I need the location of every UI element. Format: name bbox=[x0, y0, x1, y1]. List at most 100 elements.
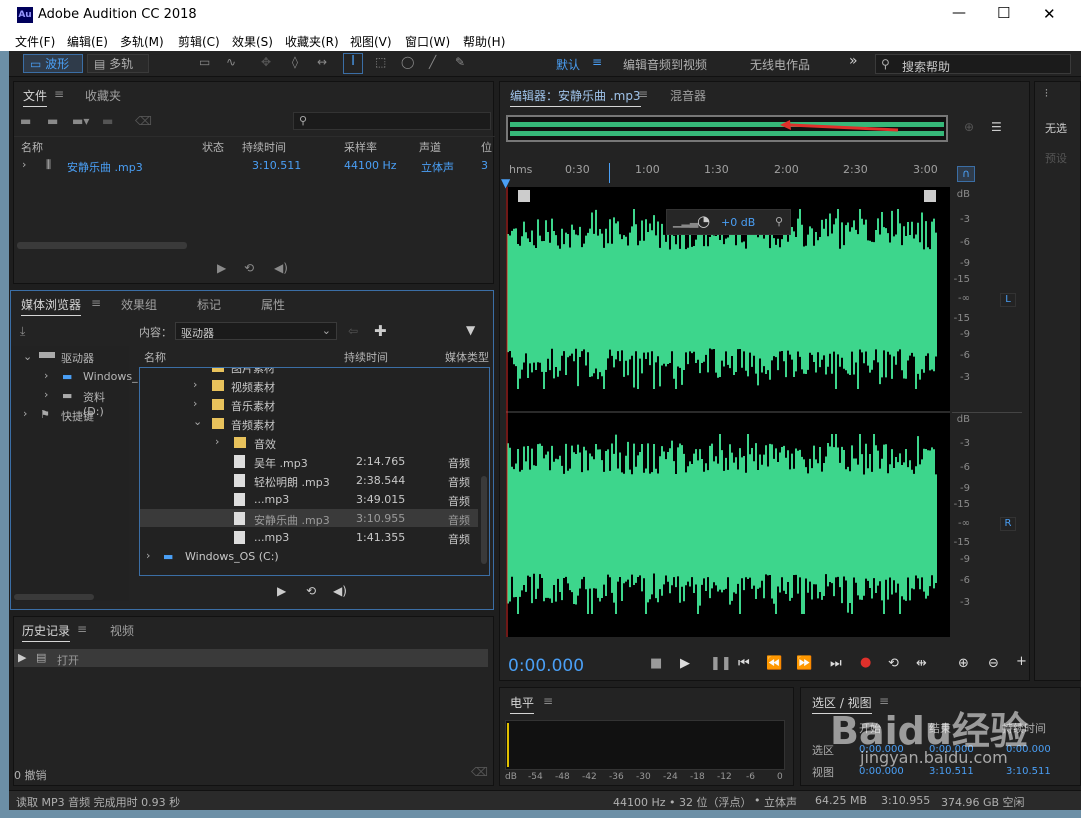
back-icon[interactable]: ⇦ bbox=[348, 324, 358, 338]
view-menu-icon[interactable]: ☰ bbox=[991, 120, 1002, 134]
loop-icon[interactable]: ⟲ bbox=[306, 584, 316, 598]
v-scrollbar[interactable] bbox=[481, 476, 487, 564]
panel-menu-icon[interactable]: ≡ bbox=[543, 694, 553, 708]
time-selection-icon[interactable]: I bbox=[343, 53, 363, 74]
view-duration[interactable]: 3:10.511 bbox=[1006, 766, 1051, 777]
tab-favorites[interactable]: 收藏夹 bbox=[85, 87, 121, 104]
tree-item-shortcuts[interactable]: 快捷键 bbox=[61, 408, 94, 424]
trash-icon[interactable]: ⌫ bbox=[135, 114, 152, 128]
healing-icon[interactable]: ✎ bbox=[455, 55, 465, 69]
maximize-button[interactable]: ☐ bbox=[997, 4, 1010, 22]
play-icon[interactable]: ▶ bbox=[277, 584, 286, 598]
panel-menu-icon[interactable]: ≡ bbox=[54, 87, 64, 101]
brush-icon[interactable]: ╱ bbox=[429, 55, 436, 69]
spectral-icon[interactable]: ▭ bbox=[199, 55, 210, 69]
volume-value[interactable]: +0 dB bbox=[721, 216, 755, 229]
open-file-icon[interactable]: ▬ bbox=[20, 114, 31, 128]
loop-icon[interactable]: ⟲ bbox=[888, 656, 899, 671]
view-end[interactable]: 3:10.511 bbox=[929, 766, 974, 777]
play-icon[interactable]: ▶ bbox=[680, 656, 690, 671]
volume-knob-icon[interactable]: ◔ bbox=[697, 212, 710, 230]
tab-effects-rack[interactable]: 效果组 bbox=[121, 296, 157, 313]
col-channels[interactable]: 声道 bbox=[419, 139, 441, 155]
stop-icon[interactable]: ■ bbox=[650, 656, 662, 671]
snap-icon[interactable]: ∩ bbox=[957, 166, 975, 182]
tab-history[interactable]: 历史记录 bbox=[22, 622, 71, 642]
tree-item-windows[interactable]: Windows_ bbox=[83, 370, 138, 383]
more-workspaces[interactable]: » bbox=[849, 53, 858, 69]
pin-icon[interactable]: ⚲ bbox=[775, 215, 783, 228]
list-item[interactable]: 轻松明朗 .mp3 2:38.544 音频 bbox=[140, 471, 489, 489]
menu-effects[interactable]: 效果(S) bbox=[232, 33, 273, 50]
collapse-icon[interactable]: ⌄ bbox=[23, 350, 32, 363]
expand-icon[interactable]: › bbox=[44, 369, 48, 382]
close-button[interactable]: ✕ bbox=[1043, 5, 1056, 23]
panel-menu-icon[interactable]: ≡ bbox=[638, 87, 648, 101]
minimize-button[interactable]: — bbox=[952, 5, 966, 21]
menu-favorites[interactable]: 收藏夹(R) bbox=[285, 33, 339, 50]
list-item[interactable]: ...mp3 1:41.355 音频 bbox=[140, 528, 489, 546]
col-media-type[interactable]: 媒体类型 bbox=[445, 349, 490, 365]
history-item[interactable]: ▶ ▤ 打开 bbox=[14, 649, 488, 667]
waveform-button[interactable]: ▭ 波形 bbox=[23, 54, 83, 73]
lasso-icon[interactable]: ◯ bbox=[401, 55, 414, 69]
loop-icon[interactable]: ⟲ bbox=[244, 261, 254, 275]
tree-item-drives[interactable]: 驱动器 bbox=[61, 350, 94, 366]
slip-icon[interactable]: ↔ bbox=[317, 55, 327, 69]
workspace-menu-icon[interactable]: ≡ bbox=[592, 55, 602, 69]
workspace-video[interactable]: 编辑音频到视频 bbox=[623, 56, 707, 73]
list-item[interactable]: ⌄ 音频素材 bbox=[140, 414, 489, 432]
hud-volume[interactable]: ▁▂▃ ◔ +0 dB ⚲ bbox=[666, 209, 791, 235]
zoom-out-icon[interactable]: ⊖ bbox=[988, 656, 999, 671]
multitrack-button[interactable]: ▤ 多轨 bbox=[87, 54, 149, 73]
col-name[interactable]: 名称 bbox=[144, 349, 166, 365]
autoplay-icon[interactable]: ◀) bbox=[333, 584, 347, 598]
move-tool-icon[interactable]: ✥ bbox=[261, 55, 271, 69]
pause-icon[interactable]: ❚❚ bbox=[710, 656, 732, 671]
col-bit[interactable]: 位 bbox=[481, 139, 492, 155]
play-icon[interactable]: ▶ bbox=[217, 261, 226, 275]
col-samplerate[interactable]: 采样率 bbox=[344, 139, 377, 155]
zoom-in-icon[interactable]: ⊕ bbox=[958, 656, 969, 671]
col-duration[interactable]: 持续时间 bbox=[344, 349, 388, 365]
h-scrollbar[interactable] bbox=[14, 594, 94, 600]
tab-markers[interactable]: 标记 bbox=[197, 296, 221, 313]
col-duration[interactable]: 持续时间 bbox=[242, 139, 286, 155]
files-search-input[interactable]: ⚲ bbox=[293, 112, 491, 130]
list-item[interactable]: › 视频素材 bbox=[140, 376, 489, 394]
new-file-icon[interactable]: ▬▾ bbox=[72, 114, 89, 128]
fast-forward-icon[interactable]: ⏩ bbox=[796, 656, 812, 671]
list-item[interactable]: › 音效 bbox=[140, 433, 489, 451]
list-item-selected[interactable]: 安静乐曲 .mp3 3:10.955 音频 bbox=[140, 509, 478, 527]
trash-icon[interactable]: ⌫ bbox=[471, 765, 488, 779]
autoplay-icon[interactable]: ◀) bbox=[274, 261, 288, 275]
expand-icon[interactable]: › bbox=[44, 388, 48, 401]
zoom-more-icon[interactable]: + bbox=[1016, 654, 1027, 669]
import-icon[interactable]: ▬ bbox=[47, 114, 58, 128]
workspace-default[interactable]: 默认 bbox=[556, 56, 580, 73]
panel-menu-icon[interactable]: ≡ bbox=[91, 296, 101, 310]
menu-file[interactable]: 文件(F) bbox=[15, 33, 55, 50]
record-icon[interactable]: ● bbox=[860, 655, 871, 670]
list-item[interactable]: › 音乐素材 bbox=[140, 395, 489, 413]
pitch-icon[interactable]: ∿ bbox=[226, 55, 236, 69]
workspace-radio[interactable]: 无线电作品 bbox=[750, 56, 810, 73]
menu-edit[interactable]: 编辑(E) bbox=[67, 33, 108, 50]
list-item[interactable]: ...mp3 3:49.015 音频 bbox=[140, 490, 489, 508]
fade-in-handle[interactable] bbox=[518, 190, 530, 202]
menu-help[interactable]: 帮助(H) bbox=[463, 33, 505, 50]
add-shortcut-icon[interactable]: ✚ bbox=[374, 322, 387, 340]
overview-navigator[interactable] bbox=[506, 115, 948, 142]
filter-icon[interactable]: ▼ bbox=[466, 323, 475, 337]
list-item[interactable]: 吴年 .mp3 2:14.765 音频 bbox=[140, 452, 489, 470]
tab-editor[interactable]: 编辑器：安静乐曲 .mp3 bbox=[510, 87, 641, 107]
col-name[interactable]: 名称 bbox=[21, 139, 43, 155]
panel-icon[interactable]: ⫶ bbox=[1045, 87, 1048, 101]
list-item[interactable]: 图片素材 bbox=[140, 368, 489, 375]
time-ruler[interactable]: hms 0:30 1:00 1:30 2:00 2:30 3:00 bbox=[506, 163, 950, 185]
channel-l-badge[interactable]: L bbox=[1000, 293, 1016, 307]
rewind-icon[interactable]: ⏪ bbox=[766, 656, 782, 671]
tab-levels[interactable]: 电平 bbox=[510, 694, 535, 714]
zoom-tool-icon[interactable]: ⊕ bbox=[964, 120, 974, 134]
menu-window[interactable]: 窗口(W) bbox=[405, 33, 450, 50]
